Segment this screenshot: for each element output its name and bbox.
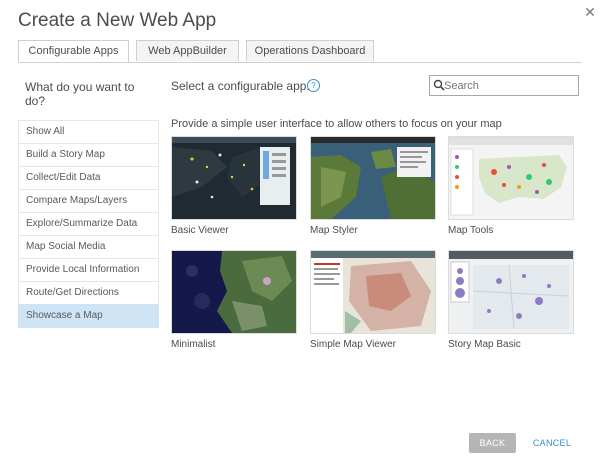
back-button[interactable]: BACK [469,433,516,453]
search-box[interactable] [429,75,579,96]
category-description: Provide a simple user interface to allow… [171,118,502,130]
app-card-simple-map-viewer[interactable]: Simple Map Viewer [310,250,436,350]
map-tools-thumbnail [448,136,574,220]
sidebar-item-collect-edit-data[interactable]: Collect/Edit Data [18,166,159,190]
app-label-simple-map-viewer: Simple Map Viewer [310,339,396,350]
sidebar-item-explore-summarize[interactable]: Explore/Summarize Data [18,212,159,236]
app-label-basic-viewer: Basic Viewer [171,225,229,236]
app-card-map-tools[interactable]: Map Tools [448,136,574,236]
category-sidebar: Show All Build a Story Map Collect/Edit … [18,120,159,328]
sidebar-item-compare-maps[interactable]: Compare Maps/Layers [18,189,159,213]
app-label-map-styler: Map Styler [310,225,358,236]
tab-divider [18,62,582,63]
app-label-story-map-basic: Story Map Basic [448,339,521,350]
dialog-title: Create a New Web App [18,10,217,31]
app-label-map-tools: Map Tools [448,225,494,236]
map-styler-thumbnail [310,136,436,220]
close-icon[interactable]: ✕ [582,4,598,20]
sidebar-item-build-story-map[interactable]: Build a Story Map [18,143,159,167]
sidebar-question: What do you want to do? [25,80,135,108]
sidebar-item-route-directions[interactable]: Route/Get Directions [18,281,159,305]
sidebar-item-local-information[interactable]: Provide Local Information [18,258,159,282]
tab-configurable-apps[interactable]: Configurable Apps [18,40,129,63]
help-icon[interactable]: ? [307,79,320,92]
basic-viewer-thumbnail [171,136,297,220]
story-map-basic-thumbnail [448,250,574,334]
app-card-map-styler[interactable]: Map Styler [310,136,436,236]
app-card-story-map-basic[interactable]: Story Map Basic [448,250,574,350]
sidebar-item-showcase-map[interactable]: Showcase a Map [18,304,159,328]
app-card-basic-viewer[interactable]: Basic Viewer [171,136,297,236]
minimalist-thumbnail [171,250,297,334]
simple-map-viewer-thumbnail [310,250,436,334]
app-card-minimalist[interactable]: Minimalist [171,250,297,350]
search-input[interactable] [444,78,574,93]
tab-operations-dashboard[interactable]: Operations Dashboard [246,40,374,61]
sidebar-item-map-social-media[interactable]: Map Social Media [18,235,159,259]
cancel-button[interactable]: CANCEL [526,433,578,453]
app-label-minimalist: Minimalist [171,339,216,350]
tab-web-appbuilder[interactable]: Web AppBuilder [136,40,239,61]
sidebar-item-show-all[interactable]: Show All [18,120,159,144]
select-app-label: Select a configurable app. [171,79,310,93]
